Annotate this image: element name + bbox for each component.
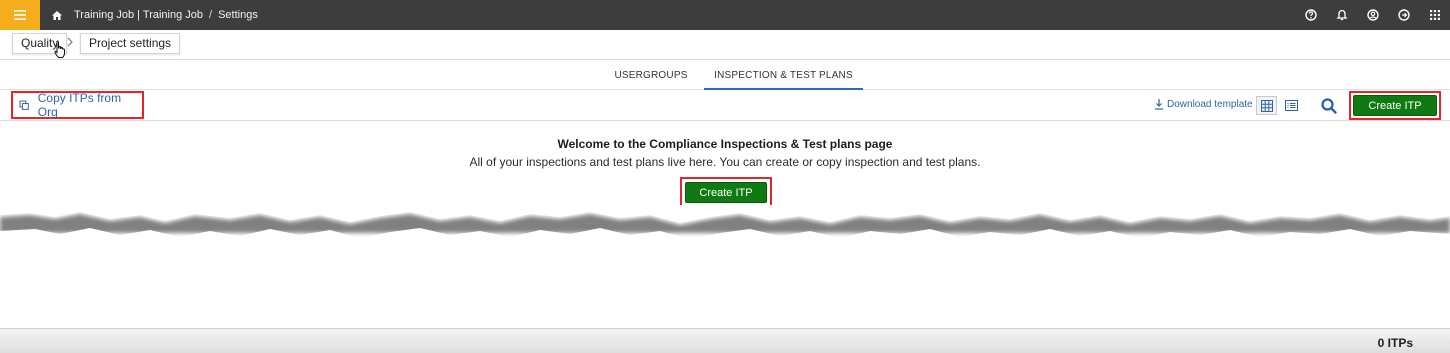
grid-icon xyxy=(1260,99,1273,112)
apps-grid-icon[interactable] xyxy=(1419,0,1450,30)
copy-itps-button[interactable]: Copy ITPs from Org xyxy=(11,91,144,119)
download-icon xyxy=(1155,99,1163,110)
welcome-subtitle: All of your inspections and test plans l… xyxy=(469,155,981,169)
project-breadcrumb[interactable]: Training Job | Training Job xyxy=(74,9,203,21)
list-icon xyxy=(1285,100,1298,111)
create-itp-button-center[interactable]: Create ITP xyxy=(685,182,767,203)
download-template-label: Download template xyxy=(1167,98,1253,110)
top-breadcrumb: Training Job | Training Job / Settings xyxy=(74,9,258,21)
search-icon[interactable] xyxy=(1320,97,1338,115)
toolbar: Copy ITPs from Org Download template Cre… xyxy=(0,90,1450,121)
grid-view-button[interactable] xyxy=(1256,96,1277,115)
home-icon[interactable] xyxy=(40,0,74,30)
tab-bar: USERGROUPS INSPECTION & TEST PLANS xyxy=(0,61,1450,90)
chevron-right-icon xyxy=(67,37,73,47)
breadcrumb-separator: / xyxy=(209,9,213,21)
copy-icon xyxy=(19,100,29,110)
hand-cursor-icon xyxy=(54,40,65,58)
create-itp-highlight: Create ITP xyxy=(1349,91,1441,120)
tab-usergroups[interactable]: USERGROUPS xyxy=(598,61,704,90)
user-icon[interactable] xyxy=(1357,0,1388,30)
footer-bar: 0 ITPs xyxy=(0,328,1450,353)
create-itp-button-top[interactable]: Create ITP xyxy=(1353,95,1437,116)
download-template-link[interactable]: Download template xyxy=(1154,98,1253,110)
itp-count: 0 ITPs xyxy=(1377,336,1413,350)
copy-itps-label: Copy ITPs from Org xyxy=(37,91,122,119)
top-bar: Training Job | Training Job / Settings xyxy=(0,0,1450,30)
help-icon[interactable] xyxy=(1295,0,1326,30)
logout-icon[interactable] xyxy=(1388,0,1419,30)
create-itp-highlight-center: Create ITP xyxy=(680,177,772,208)
project-settings-breadcrumb[interactable]: Project settings xyxy=(80,33,181,54)
top-actions xyxy=(1295,0,1450,30)
welcome-title: Welcome to the Compliance Inspections & … xyxy=(557,137,893,151)
breadcrumb: Quality Project settings xyxy=(0,30,1450,60)
torn-edge-divider xyxy=(0,205,1450,250)
bell-icon[interactable] xyxy=(1326,0,1357,30)
list-view-button[interactable] xyxy=(1281,96,1302,115)
menu-icon[interactable] xyxy=(0,0,40,30)
settings-breadcrumb: Settings xyxy=(218,9,258,21)
tab-inspection-test-plans[interactable]: INSPECTION & TEST PLANS xyxy=(704,61,863,90)
